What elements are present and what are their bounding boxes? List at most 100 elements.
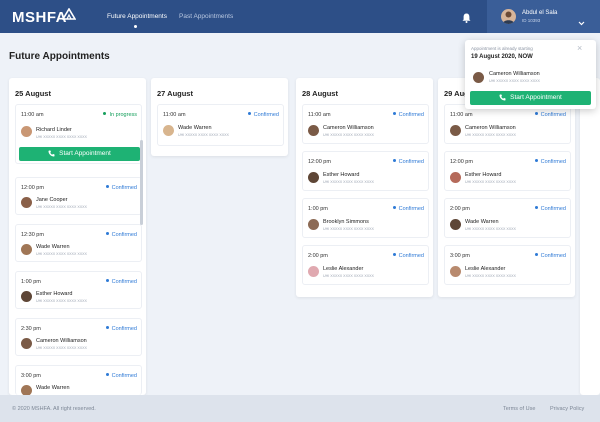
appointment-card[interactable]: 2:30 pm Confirmed Cameron Williamson UHI… [15, 318, 142, 356]
patient-id: UHI XXXXX XXXX XXXX XXXX [323, 227, 374, 231]
start-appointment-button[interactable]: Start Appointment [470, 91, 591, 105]
bell-icon[interactable] [462, 10, 471, 28]
day-column-title: 27 August [157, 89, 193, 98]
appointment-card[interactable]: 3:00 pm Confirmed Wade Warren [15, 365, 142, 396]
patient-id: UHI XXXXX XXXX XXXX XXXX [323, 274, 374, 278]
patient-id: UHI XXXXX XXXX XXXX XXXX [36, 135, 87, 139]
appointment-time: 12:30 pm [21, 232, 44, 238]
day-column-28-august: 28 August 11:00 am Confirmed Cameron Wil… [296, 78, 433, 297]
appointment-card[interactable]: 11:00 am Confirmed Wade Warren UHI XXXXX… [157, 104, 284, 146]
start-appointment-label: Start Appointment [510, 94, 562, 101]
patient-id: UHI XXXXX XXXX XXXX XXXX [465, 274, 516, 278]
status-badge: Confirmed [393, 253, 424, 259]
copyright: © 2020 MSHFA. All right reserved. [12, 406, 96, 412]
patient-name: Wade Warren [465, 219, 499, 225]
status-badge: In progress [103, 112, 137, 118]
status-badge: Confirmed [535, 159, 566, 165]
patient-avatar [21, 291, 32, 302]
day-column-next [580, 78, 600, 395]
day-column-title: 25 August [15, 89, 51, 98]
patient-name: Richard Linder [36, 127, 72, 133]
day-column-title: 28 August [302, 89, 338, 98]
status-badge: Confirmed [393, 159, 424, 165]
privacy-link[interactable]: Privacy Policy [550, 406, 584, 412]
appointment-card[interactable]: 1:00 pm Confirmed Esther Howard UHI XXXX… [15, 271, 142, 309]
status-badge: Confirmed [535, 112, 566, 118]
status-badge: Confirmed [106, 279, 137, 285]
appointment-notification-popup: Appointment is already starting × 19 Aug… [465, 40, 596, 109]
patient-name: Cameron Williamson [465, 125, 516, 131]
patient-avatar [21, 126, 32, 137]
appointment-time: 11:00 am [163, 112, 186, 118]
appointment-time: 3:00 pm [450, 253, 470, 259]
patient-name: Leslie Alexander [323, 266, 364, 272]
patient-id: UHI XXXXX XXXX XXXX XXXX [489, 79, 540, 83]
patient-id: UHI XXXXX XXXX XXXX XXXX [465, 180, 516, 184]
status-badge: Confirmed [106, 185, 137, 191]
appointment-card[interactable]: 2:00 pm Confirmed Wade Warren UHI XXXXX … [444, 198, 571, 238]
patient-name: Cameron Williamson [36, 338, 87, 344]
chevron-down-icon[interactable] [578, 13, 585, 31]
patient-avatar [450, 219, 461, 230]
footer: © 2020 MSHFA. All right reserved. Terms … [0, 395, 600, 422]
patient-name: Wade Warren [36, 385, 70, 391]
patient-id: UHI XXXXX XXXX XXXX XXXX [36, 346, 87, 350]
user-avatar [501, 9, 516, 24]
appointment-card[interactable]: 1:00 pm Confirmed Brooklyn Simmons UHI X… [302, 198, 429, 238]
day-column-29-august: 29 August 11:00 am Confirmed Cameron Wil… [438, 78, 575, 297]
patient-avatar [308, 219, 319, 230]
patient-id: UHI XXXXX XXXX XXXX XXXX [323, 180, 374, 184]
status-badge: Confirmed [393, 206, 424, 212]
appointment-card[interactable]: 2:00 pm Confirmed Leslie Alexander UHI X… [302, 245, 429, 285]
patient-id: UHI XXXXX XXXX XXXX XXXX [178, 133, 229, 137]
appointment-card[interactable]: 12:30 pm Confirmed Wade Warren UHI XXXXX… [15, 224, 142, 262]
start-appointment-button[interactable]: Start Appointment [19, 147, 140, 161]
patient-avatar [21, 338, 32, 349]
patient-avatar [163, 125, 174, 136]
appointment-card[interactable]: 11:00 am Confirmed Cameron Williamson UH… [302, 104, 429, 144]
patient-name: Jane Cooper [36, 197, 68, 203]
patient-name: Wade Warren [178, 125, 212, 131]
patient-avatar [473, 72, 484, 83]
popup-note: Appointment is already starting [471, 46, 533, 51]
appointment-time: 12:00 pm [450, 159, 473, 165]
appointment-time: 11:00 am [308, 112, 331, 118]
terms-link[interactable]: Terms of Use [503, 406, 535, 412]
appointment-time: 1:00 pm [21, 279, 41, 285]
appointment-card[interactable]: 11:00 am Confirmed Cameron Williamson UH… [444, 104, 571, 144]
status-badge: Confirmed [106, 326, 137, 332]
patient-name: Leslie Alexander [465, 266, 506, 272]
nav-future-appointments[interactable]: Future Appointments [107, 13, 167, 20]
appointment-time: 12:00 pm [308, 159, 331, 165]
popup-date: 19 August 2020, NOW [471, 54, 533, 60]
patient-id: UHI XXXXX XXXX XXXX XXXX [36, 205, 87, 209]
day-column-27-august: 27 August 11:00 am Confirmed Wade Warren… [151, 78, 288, 156]
patient-avatar [21, 244, 32, 255]
appointment-card[interactable]: 12:00 pm Confirmed Esther Howard UHI XXX… [302, 151, 429, 191]
patient-avatar [308, 172, 319, 183]
appointment-time: 11:00 am [450, 112, 473, 118]
appointment-card[interactable]: 11:00 am In progress Richard Linder UHI … [15, 104, 142, 164]
patient-avatar [450, 125, 461, 136]
appointment-card[interactable]: 3:00 pm Confirmed Leslie Alexander UHI X… [444, 245, 571, 285]
appointment-card[interactable]: 12:00 pm Confirmed Esther Howard UHI XXX… [444, 151, 571, 191]
start-appointment-label: Start Appointment [59, 150, 111, 157]
close-icon[interactable]: × [577, 44, 582, 53]
status-badge: Confirmed [248, 112, 279, 118]
appointment-time: 1:00 pm [308, 206, 328, 212]
patient-avatar [450, 172, 461, 183]
patient-id: UHI XXXXX XXXX XXXX XXXX [465, 133, 516, 137]
page-title: Future Appointments [9, 51, 110, 62]
appointment-time: 2:30 pm [21, 326, 41, 332]
status-badge: Confirmed [106, 373, 137, 379]
day-column-25-august: 25 August 11:00 am In progress Richard L… [9, 78, 146, 396]
patient-name: Esther Howard [323, 172, 360, 178]
patient-name: Esther Howard [36, 291, 73, 297]
appointment-time: 11:00 am [21, 112, 44, 118]
brand-logo[interactable]: MSHFA [12, 8, 76, 26]
user-id: ID 10393 [522, 18, 541, 23]
nav-past-appointments[interactable]: Past Appointments [179, 13, 233, 20]
column-scrollbar[interactable] [140, 140, 143, 225]
appointment-card[interactable]: 12:00 pm Confirmed Jane Cooper UHI XXXXX… [15, 177, 142, 215]
patient-id: UHI XXXXX XXXX XXXX XXXX [36, 252, 87, 256]
